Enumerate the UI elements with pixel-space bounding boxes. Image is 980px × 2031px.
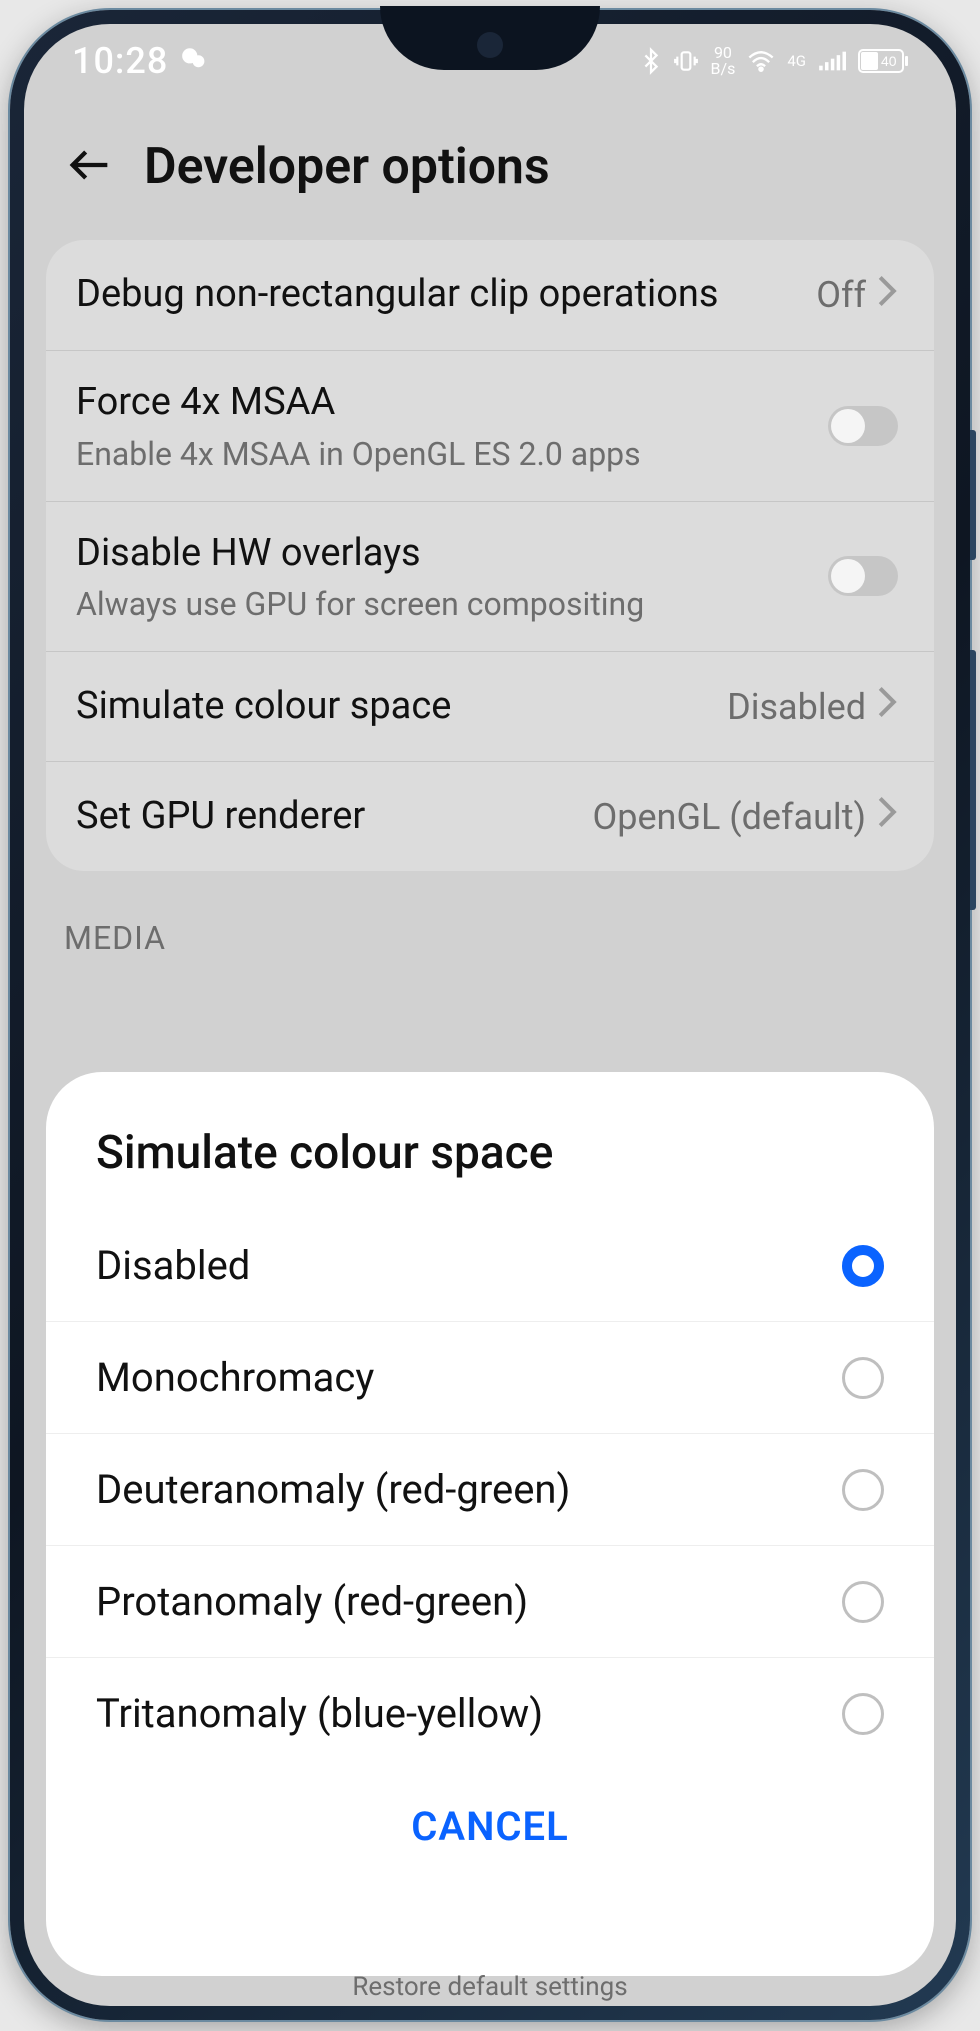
row-title: Force 4x MSAA	[76, 379, 641, 427]
option-monochromacy[interactable]: Monochromacy	[46, 1322, 934, 1434]
battery-icon: 40	[858, 49, 908, 73]
row-title: Set GPU renderer	[76, 793, 365, 841]
phone-frame: 10:28 90 B/s	[10, 10, 970, 2020]
option-label: Disabled	[96, 1242, 250, 1289]
chevron-right-icon	[876, 274, 898, 317]
option-tritanomaly[interactable]: Tritanomaly (blue-yellow)	[46, 1658, 934, 1769]
option-disabled[interactable]: Disabled	[46, 1210, 934, 1322]
network-type: 4G	[787, 54, 806, 69]
radio-selected-icon	[842, 1245, 884, 1287]
status-clock: 10:28	[72, 40, 168, 82]
dialog-options: Disabled Monochromacy Deuteranomaly (red…	[46, 1210, 934, 1769]
signal-icon	[818, 50, 846, 72]
settings-card: Debug non-rectangular clip operations Of…	[46, 240, 934, 871]
dialog-title: Simulate colour space	[46, 1126, 934, 1210]
option-label: Deuteranomaly (red-green)	[96, 1466, 570, 1513]
toggle-switch[interactable]	[828, 556, 898, 596]
option-deuteranomaly[interactable]: Deuteranomaly (red-green)	[46, 1434, 934, 1546]
svg-text:40: 40	[881, 53, 897, 69]
option-label: Monochromacy	[96, 1354, 374, 1401]
radio-unselected-icon	[842, 1581, 884, 1623]
row-value: Off	[816, 274, 866, 316]
row-subtitle: Always use GPU for screen compositing	[76, 585, 644, 623]
vibrate-icon	[673, 48, 699, 74]
wechat-icon	[180, 44, 206, 79]
footer-restore-hint: Restore default settings	[24, 1972, 956, 2002]
notch	[380, 6, 600, 70]
cancel-button[interactable]: CANCEL	[46, 1769, 934, 1866]
option-protanomaly[interactable]: Protanomaly (red-green)	[46, 1546, 934, 1658]
chevron-right-icon	[876, 685, 898, 728]
radio-unselected-icon	[842, 1693, 884, 1735]
row-value: OpenGL (default)	[592, 796, 866, 838]
dialog-simulate-colour-space: Simulate colour space Disabled Monochrom…	[46, 1072, 934, 1976]
bluetooth-icon	[641, 47, 661, 75]
screen: 10:28 90 B/s	[24, 24, 956, 2006]
row-title: Simulate colour space	[76, 683, 451, 731]
data-rate: 90 B/s	[711, 45, 736, 77]
row-force-msaa[interactable]: Force 4x MSAA Enable 4x MSAA in OpenGL E…	[46, 350, 934, 501]
page-header: Developer options	[24, 98, 956, 240]
row-title: Debug non-rectangular clip operations	[76, 271, 718, 319]
arrow-left-icon	[64, 139, 116, 191]
radio-unselected-icon	[842, 1469, 884, 1511]
wifi-icon	[747, 50, 775, 72]
option-label: Tritanomaly (blue-yellow)	[96, 1690, 543, 1737]
row-simulate-colour-space[interactable]: Simulate colour space Disabled	[46, 651, 934, 761]
row-disable-hw-overlays[interactable]: Disable HW overlays Always use GPU for s…	[46, 501, 934, 652]
row-gpu-renderer[interactable]: Set GPU renderer OpenGL (default)	[46, 761, 934, 871]
row-title: Disable HW overlays	[76, 530, 644, 578]
page-title: Developer options	[144, 138, 550, 196]
row-subtitle: Enable 4x MSAA in OpenGL ES 2.0 apps	[76, 435, 641, 473]
section-label-media: MEDIA	[24, 871, 956, 967]
chevron-right-icon	[876, 795, 898, 838]
option-label: Protanomaly (red-green)	[96, 1578, 528, 1625]
row-debug-clip[interactable]: Debug non-rectangular clip operations Of…	[46, 240, 934, 350]
toggle-switch[interactable]	[828, 406, 898, 446]
row-value: Disabled	[727, 686, 866, 728]
radio-unselected-icon	[842, 1357, 884, 1399]
back-button[interactable]	[64, 139, 116, 195]
